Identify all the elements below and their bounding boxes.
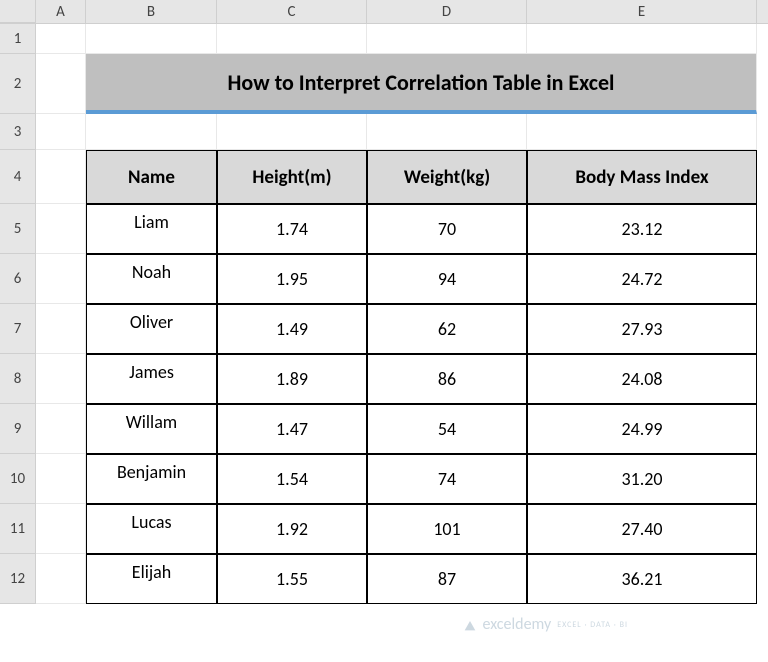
cell-E1[interactable] <box>527 24 757 54</box>
cell-height[interactable]: 1.54 <box>217 454 367 504</box>
title-cell[interactable]: How to Interpret Correlation Table in Ex… <box>86 54 757 114</box>
watermark: exceldemy EXCEL · DATA · BI <box>462 615 628 634</box>
cell-A5[interactable] <box>36 204 86 254</box>
watermark-text: exceldemy <box>482 615 551 634</box>
cell-weight[interactable]: 101 <box>367 504 527 554</box>
watermark-sub: EXCEL · DATA · BI <box>557 620 628 630</box>
cell-height[interactable]: 1.55 <box>217 554 367 604</box>
row-header-4[interactable]: 4 <box>0 150 36 204</box>
cell-height[interactable]: 1.89 <box>217 354 367 404</box>
cell-C3[interactable] <box>217 114 367 150</box>
header-bmi[interactable]: Body Mass Index <box>527 150 757 204</box>
cell-height[interactable]: 1.47 <box>217 404 367 454</box>
row-11: 11 Lucas 1.92 101 27.40 <box>0 504 768 554</box>
cell-name[interactable]: Oliver <box>86 304 217 354</box>
row-header-2[interactable]: 2 <box>0 54 36 114</box>
cell-A6[interactable] <box>36 254 86 304</box>
spreadsheet: A B C D E 1 2 How to Interpret Correlati… <box>0 0 768 662</box>
cell-bmi[interactable]: 27.40 <box>527 504 757 554</box>
cell-weight[interactable]: 70 <box>367 204 527 254</box>
cell-bmi[interactable]: 36.21 <box>527 554 757 604</box>
cell-bmi[interactable]: 27.93 <box>527 304 757 354</box>
cell-A11[interactable] <box>36 504 86 554</box>
cell-name[interactable]: Liam <box>86 204 217 254</box>
cell-name[interactable]: Elijah <box>86 554 217 604</box>
cell-A10[interactable] <box>36 454 86 504</box>
cell-weight[interactable]: 94 <box>367 254 527 304</box>
row-1: 1 <box>0 24 768 54</box>
cell-height[interactable]: 1.95 <box>217 254 367 304</box>
cell-A3[interactable] <box>36 114 86 150</box>
row-5: 5 Liam 1.74 70 23.12 <box>0 204 768 254</box>
row-2: 2 How to Interpret Correlation Table in … <box>0 54 768 114</box>
select-all-corner[interactable] <box>0 0 36 23</box>
cell-height[interactable]: 1.49 <box>217 304 367 354</box>
cell-bmi[interactable]: 24.72 <box>527 254 757 304</box>
cell-height[interactable]: 1.92 <box>217 504 367 554</box>
cell-name[interactable]: Noah <box>86 254 217 304</box>
row-3: 3 <box>0 114 768 150</box>
row-header-10[interactable]: 10 <box>0 454 36 504</box>
col-header-D[interactable]: D <box>367 0 527 23</box>
row-6: 6 Noah 1.95 94 24.72 <box>0 254 768 304</box>
cell-A7[interactable] <box>36 304 86 354</box>
cell-weight[interactable]: 74 <box>367 454 527 504</box>
row-8: 8 James 1.89 86 24.08 <box>0 354 768 404</box>
cell-A9[interactable] <box>36 404 86 454</box>
cell-A1[interactable] <box>36 24 86 54</box>
col-header-E[interactable]: E <box>527 0 757 23</box>
row-10: 10 Benjamin 1.54 74 31.20 <box>0 454 768 504</box>
col-header-C[interactable]: C <box>217 0 367 23</box>
cell-weight[interactable]: 54 <box>367 404 527 454</box>
row-header-7[interactable]: 7 <box>0 304 36 354</box>
col-header-B[interactable]: B <box>86 0 217 23</box>
row-header-8[interactable]: 8 <box>0 354 36 404</box>
cell-B1[interactable] <box>86 24 217 54</box>
cell-E3[interactable] <box>527 114 757 150</box>
row-header-3[interactable]: 3 <box>0 114 36 150</box>
logo-icon <box>462 617 478 633</box>
cell-B3[interactable] <box>86 114 217 150</box>
cell-weight[interactable]: 62 <box>367 304 527 354</box>
cell-bmi[interactable]: 24.99 <box>527 404 757 454</box>
cell-height[interactable]: 1.74 <box>217 204 367 254</box>
cell-A2[interactable] <box>36 54 86 114</box>
cell-name[interactable]: Benjamin <box>86 454 217 504</box>
row-header-12[interactable]: 12 <box>0 554 36 604</box>
cell-name[interactable]: Lucas <box>86 504 217 554</box>
cell-bmi[interactable]: 23.12 <box>527 204 757 254</box>
cell-weight[interactable]: 87 <box>367 554 527 604</box>
cell-D1[interactable] <box>367 24 527 54</box>
row-12: 12 Elijah 1.55 87 36.21 <box>0 554 768 604</box>
cell-C1[interactable] <box>217 24 367 54</box>
row-header-11[interactable]: 11 <box>0 504 36 554</box>
row-header-6[interactable]: 6 <box>0 254 36 304</box>
row-header-5[interactable]: 5 <box>0 204 36 254</box>
cell-A4[interactable] <box>36 150 86 204</box>
header-height[interactable]: Height(m) <box>217 150 367 204</box>
row-7: 7 Oliver 1.49 62 27.93 <box>0 304 768 354</box>
col-header-A[interactable]: A <box>36 0 86 23</box>
cell-bmi[interactable]: 31.20 <box>527 454 757 504</box>
cell-name[interactable]: James <box>86 354 217 404</box>
cell-name[interactable]: Willam <box>86 404 217 454</box>
cell-D3[interactable] <box>367 114 527 150</box>
row-4: 4 Name Height(m) Weight(kg) Body Mass In… <box>0 150 768 204</box>
cell-weight[interactable]: 86 <box>367 354 527 404</box>
column-headers: A B C D E <box>0 0 768 24</box>
cell-bmi[interactable]: 24.08 <box>527 354 757 404</box>
cell-A8[interactable] <box>36 354 86 404</box>
row-header-1[interactable]: 1 <box>0 24 36 54</box>
header-weight[interactable]: Weight(kg) <box>367 150 527 204</box>
row-header-9[interactable]: 9 <box>0 404 36 454</box>
row-9: 9 Willam 1.47 54 24.99 <box>0 404 768 454</box>
cell-A12[interactable] <box>36 554 86 604</box>
header-name[interactable]: Name <box>86 150 217 204</box>
